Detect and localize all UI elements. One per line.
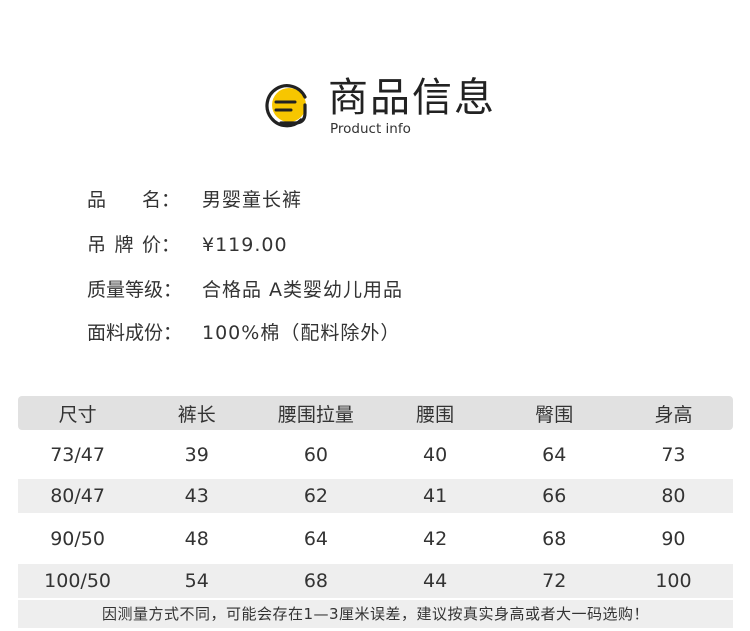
column-header: 腰围拉量 [277, 403, 354, 426]
table-cell: 62 [303, 485, 329, 507]
column-header: 裤长 [177, 403, 216, 426]
info-label-char: 牌 [114, 234, 134, 256]
page-title: 商品信息 [328, 75, 496, 121]
table-cell: 73 [661, 444, 686, 466]
table-cell: 44 [423, 570, 448, 592]
column-header: 臀围 [535, 403, 574, 426]
table-cell: 68 [303, 570, 329, 592]
table-cell: 43 [184, 485, 209, 507]
table-cell: 42 [423, 528, 448, 550]
table-cell: 80 [661, 485, 686, 507]
table-cell: 90/50 [50, 528, 105, 550]
table-cell: 73/47 [50, 444, 105, 466]
table-cell: 40 [423, 444, 448, 466]
table-row: 73/47 39 60 40 64 73 [18, 436, 733, 474]
info-value: ¥119.00 [202, 234, 288, 256]
table-cell: 66 [542, 485, 567, 507]
table-header-row: 尺寸 裤长 腰围拉量 腰围 臀围 身高 [18, 396, 733, 430]
page-subtitle: Product info [330, 121, 411, 137]
table-cell: 100 [655, 570, 692, 592]
info-value: 男婴童长裤 [202, 189, 303, 211]
info-value: 100%棉（配料除外） [202, 322, 401, 344]
document-list-icon [265, 84, 307, 128]
info-label: 面料成份： [87, 322, 183, 344]
table-cell: 64 [303, 528, 329, 550]
info-label-char: 价： [141, 234, 180, 256]
table-cell: 80/47 [50, 485, 105, 507]
column-header: 尺寸 [58, 403, 97, 426]
table-cell: 68 [542, 528, 567, 550]
table-cell: 41 [423, 485, 448, 507]
table-row: 90/50 48 64 42 68 90 [18, 520, 733, 558]
table-cell: 60 [303, 444, 329, 466]
table-cell: 64 [542, 444, 567, 466]
table-cell: 90 [661, 528, 686, 550]
info-label-char: 吊 [87, 234, 107, 256]
info-label: 品 名： [87, 187, 180, 213]
table-cell: 39 [184, 444, 209, 466]
info-label: 质量等级： [87, 279, 183, 301]
table-row: 100/50 54 68 44 72 100 [18, 564, 733, 598]
info-label-char: 名： [141, 189, 180, 211]
info-label-char: 品 [87, 189, 107, 211]
table-cell: 100/50 [44, 570, 111, 592]
info-value: 合格品 A类婴幼儿用品 [202, 279, 404, 301]
table-row: 80/47 43 62 41 66 80 [18, 479, 733, 513]
column-header: 身高 [654, 403, 693, 426]
table-cell: 72 [542, 570, 567, 592]
info-label: 吊 牌 价： [87, 232, 180, 258]
measurement-note: 因测量方式不同，可能会存在1—3厘米误差，建议按真实身高或者大一码选购！ [18, 600, 733, 628]
section-header: 商品信息 Product info [265, 72, 525, 142]
table-cell: 48 [184, 528, 209, 550]
table-cell: 54 [184, 570, 209, 592]
column-header: 腰围 [416, 403, 455, 426]
